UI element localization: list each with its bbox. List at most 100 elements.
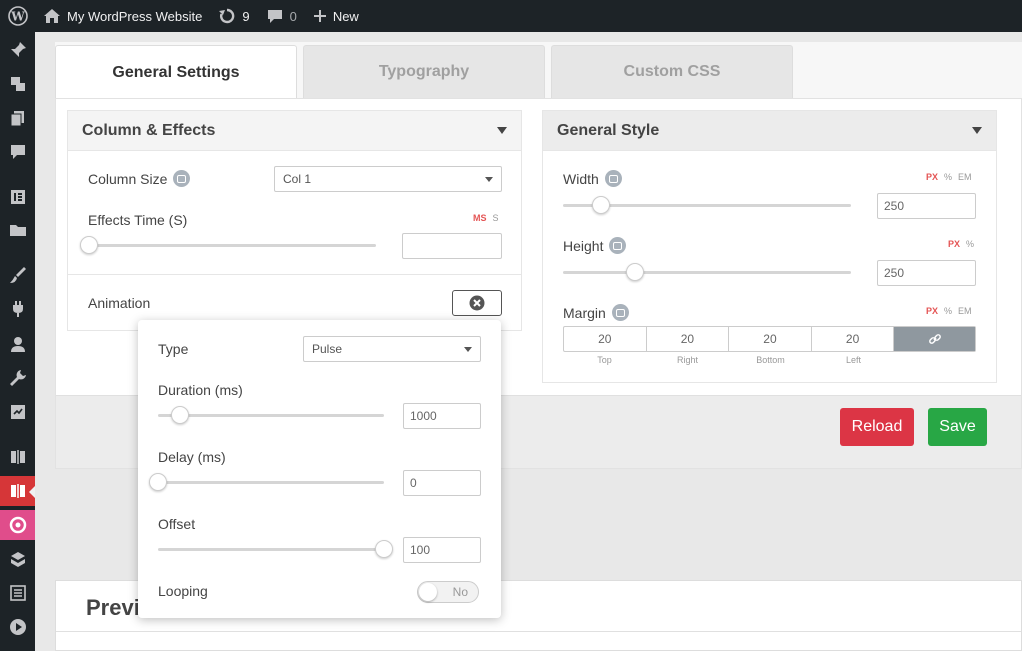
admin-bar: W My WordPress Website 9 0 New: [0, 0, 1022, 32]
width-label: Width: [563, 170, 622, 187]
updates-count: 9: [242, 8, 250, 24]
duration-label: Duration (ms): [158, 382, 243, 398]
width-slider[interactable]: [563, 196, 851, 214]
help-icon[interactable]: [611, 304, 629, 321]
duration-input[interactable]: 1000: [403, 403, 481, 429]
unit-percent[interactable]: %: [944, 306, 952, 316]
menu-plugins[interactable]: [0, 294, 35, 324]
unit-px[interactable]: PX: [926, 306, 938, 316]
column-size-value: Col 1: [283, 172, 312, 186]
effects-time-label: Effects Time (S): [88, 212, 187, 228]
width-text: Width: [563, 170, 599, 187]
slider-thumb[interactable]: [626, 263, 644, 281]
offset-slider[interactable]: [158, 540, 393, 558]
menu-users[interactable]: [0, 329, 35, 359]
type-text: Type: [158, 341, 189, 357]
wordpress-icon: W: [7, 6, 28, 26]
animation-type-select[interactable]: Pulse: [303, 336, 481, 362]
delay-label: Delay (ms): [158, 449, 226, 465]
unit-em[interactable]: EM: [958, 306, 972, 316]
offset-text: Offset: [158, 516, 196, 532]
offset-input[interactable]: 100: [403, 537, 481, 563]
slider-thumb[interactable]: [171, 406, 189, 424]
delay-slider[interactable]: [149, 473, 384, 491]
unit-percent[interactable]: %: [944, 172, 952, 182]
new-content-link[interactable]: New: [305, 0, 367, 32]
unit-percent[interactable]: %: [966, 239, 974, 249]
menu-appearance[interactable]: [0, 260, 35, 290]
site-name-link[interactable]: My WordPress Website: [35, 0, 210, 32]
menu-column-plugin[interactable]: [0, 442, 35, 472]
column-size-select[interactable]: Col 1: [274, 166, 502, 192]
comments-menu-icon: [10, 145, 25, 159]
menu-column-plugin-active[interactable]: [0, 476, 35, 506]
margin-right-input[interactable]: 20: [647, 327, 730, 351]
menu-blocks[interactable]: [0, 544, 35, 574]
effects-time-slider[interactable]: [80, 236, 376, 254]
admin-side-menu: [0, 32, 35, 651]
effects-time-input[interactable]: [402, 233, 502, 259]
save-button[interactable]: Save: [928, 408, 987, 446]
comments-link[interactable]: 0: [258, 0, 305, 32]
height-input[interactable]: 250: [877, 260, 976, 286]
menu-tools[interactable]: [0, 363, 35, 393]
elementor-icon: [10, 190, 25, 204]
help-icon[interactable]: [604, 170, 622, 187]
updates-link[interactable]: 9: [210, 0, 257, 32]
tab-typography[interactable]: Typography: [303, 45, 545, 98]
slider-thumb[interactable]: [80, 236, 98, 254]
animation-label: Animation: [88, 295, 150, 311]
list-icon: [9, 585, 26, 601]
margin-text: Margin: [563, 304, 606, 321]
close-circle-icon: [469, 295, 485, 311]
tab-general-settings[interactable]: General Settings: [55, 45, 297, 99]
unit-s[interactable]: S: [493, 213, 499, 223]
play-circle-icon: [9, 619, 26, 635]
menu-collapse[interactable]: [0, 612, 35, 642]
caret-down-icon: [497, 127, 507, 134]
looping-text: Looping: [158, 583, 208, 599]
menu-list[interactable]: [0, 578, 35, 608]
margin-link-button[interactable]: [894, 327, 975, 351]
unit-px[interactable]: PX: [948, 239, 960, 249]
comments-count: 0: [289, 8, 297, 24]
duration-slider[interactable]: [158, 406, 384, 424]
menu-pages[interactable]: [0, 103, 35, 133]
margin-top-input[interactable]: 20: [564, 327, 647, 351]
menu-elementor[interactable]: [0, 182, 35, 212]
margin-left-input[interactable]: 20: [812, 327, 895, 351]
menu-media[interactable]: [0, 69, 35, 99]
tab-custom-css[interactable]: Custom CSS: [551, 45, 793, 98]
site-name: My WordPress Website: [67, 8, 203, 24]
unit-em[interactable]: EM: [958, 172, 972, 182]
menu-comments[interactable]: [0, 137, 35, 167]
blocks-icon: [10, 552, 25, 567]
menu-posts[interactable]: [0, 35, 35, 65]
slider-thumb[interactable]: [375, 540, 393, 558]
height-slider[interactable]: [563, 263, 851, 281]
tab-label: Custom CSS: [623, 63, 721, 80]
column-effects-header[interactable]: Column & Effects: [68, 111, 521, 151]
general-style-header[interactable]: General Style: [543, 111, 996, 151]
menu-gutenverse[interactable]: [0, 510, 35, 540]
animation-clear-button[interactable]: [452, 290, 502, 316]
unit-px[interactable]: PX: [926, 172, 938, 182]
margin-bottom-input[interactable]: 20: [729, 327, 812, 351]
slider-thumb[interactable]: [592, 196, 610, 214]
home-icon: [44, 9, 60, 23]
unit-ms[interactable]: MS: [473, 213, 487, 223]
width-input[interactable]: 250: [877, 193, 976, 219]
looping-toggle[interactable]: No: [417, 581, 479, 603]
wordpress-logo-button[interactable]: W: [0, 0, 35, 32]
help-icon[interactable]: [173, 170, 191, 187]
height-label: Height: [563, 237, 627, 254]
plugin-icon: [12, 301, 23, 317]
delay-input[interactable]: 0: [403, 470, 481, 496]
menu-settings[interactable]: [0, 397, 35, 427]
slider-thumb[interactable]: [149, 473, 167, 491]
menu-templates[interactable]: [0, 215, 35, 245]
height-text: Height: [563, 237, 604, 254]
margin-right-caption: Right: [676, 355, 698, 365]
help-icon[interactable]: [609, 237, 627, 254]
reload-button[interactable]: Reload: [840, 408, 914, 446]
